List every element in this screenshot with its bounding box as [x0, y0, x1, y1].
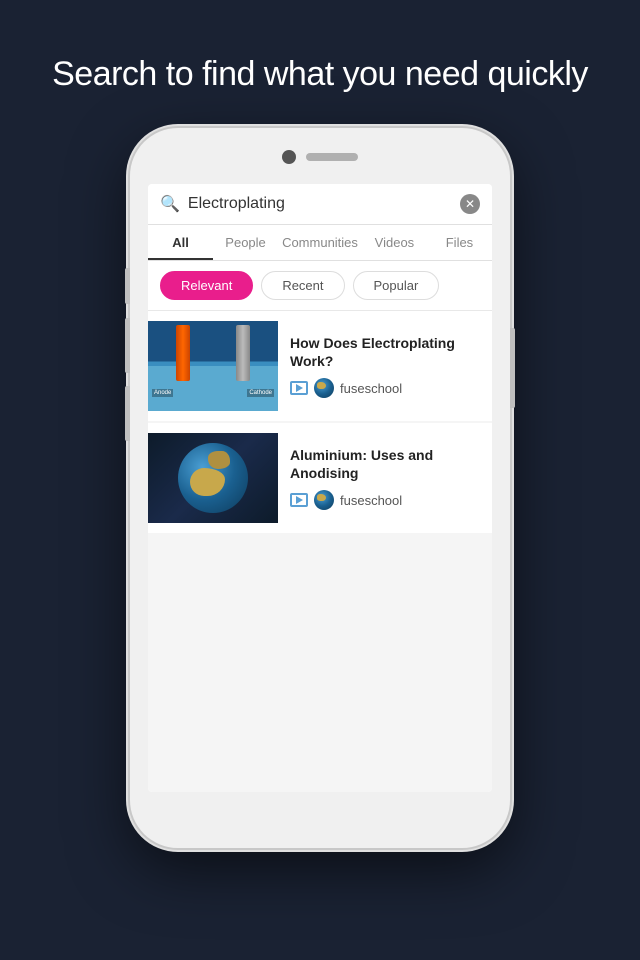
result-item[interactable]: Anode Cathode How Does Electroplating Wo…: [148, 311, 492, 421]
search-bar: 🔍 ✕: [148, 184, 492, 225]
search-clear-button[interactable]: ✕: [460, 194, 480, 214]
hero-title: Search to find what you need quickly: [12, 52, 628, 96]
result-info-1: How Does Electroplating Work? fuseschool: [290, 334, 480, 398]
side-button-vol-down: [125, 386, 130, 441]
channel-name-2: fuseschool: [340, 493, 402, 508]
result-thumbnail-1: Anode Cathode: [148, 321, 278, 411]
channel-avatar-2: [314, 490, 334, 510]
app-content: 🔍 ✕ All People Communities Videos Files …: [148, 184, 492, 792]
result-meta-2: fuseschool: [290, 490, 480, 510]
label-anode: Anode: [152, 389, 173, 397]
phone-speaker: [306, 153, 358, 161]
phone-mockup: 🔍 ✕ All People Communities Videos Files …: [130, 128, 510, 848]
channel-icon-land: [317, 382, 326, 389]
tab-people[interactable]: People: [213, 225, 278, 260]
phone-frame: 🔍 ✕ All People Communities Videos Files …: [130, 128, 510, 848]
earth-sphere: [178, 443, 248, 513]
filter-bar: Relevant Recent Popular: [148, 261, 492, 311]
tab-all[interactable]: All: [148, 225, 213, 260]
phone-top-bar: [282, 150, 358, 164]
tab-files[interactable]: Files: [427, 225, 492, 260]
search-input[interactable]: [188, 195, 452, 213]
rod-anode: [176, 325, 190, 381]
phone-camera: [282, 150, 296, 164]
side-button-mute: [125, 268, 130, 304]
earth-land-2: [208, 451, 230, 469]
side-button-vol-up: [125, 318, 130, 373]
video-icon: [290, 381, 308, 395]
search-icon: 🔍: [160, 194, 180, 214]
result-title-2: Aluminium: Uses and Anodising: [290, 446, 480, 482]
result-info-2: Aluminium: Uses and Anodising fuseschool: [290, 446, 480, 510]
channel-avatar-1: [314, 378, 334, 398]
channel-name-1: fuseschool: [340, 381, 402, 396]
tab-videos[interactable]: Videos: [362, 225, 427, 260]
side-button-power: [510, 328, 515, 408]
result-title-1: How Does Electroplating Work?: [290, 334, 480, 370]
results-list: Anode Cathode How Does Electroplating Wo…: [148, 311, 492, 792]
filter-recent[interactable]: Recent: [261, 271, 344, 300]
tab-communities[interactable]: Communities: [278, 225, 362, 260]
result-meta-1: fuseschool: [290, 378, 480, 398]
rod-cathode: [236, 325, 250, 381]
tabs-bar: All People Communities Videos Files: [148, 225, 492, 261]
video-icon: [290, 493, 308, 507]
channel-icon-land: [317, 494, 326, 501]
result-thumbnail-2: [148, 433, 278, 523]
phone-screen: 🔍 ✕ All People Communities Videos Files …: [148, 184, 492, 792]
filter-relevant[interactable]: Relevant: [160, 271, 253, 300]
earth-land-1: [190, 468, 225, 496]
result-item[interactable]: Aluminium: Uses and Anodising fuseschool: [148, 423, 492, 533]
filter-popular[interactable]: Popular: [353, 271, 440, 300]
label-cathode: Cathode: [247, 389, 274, 397]
